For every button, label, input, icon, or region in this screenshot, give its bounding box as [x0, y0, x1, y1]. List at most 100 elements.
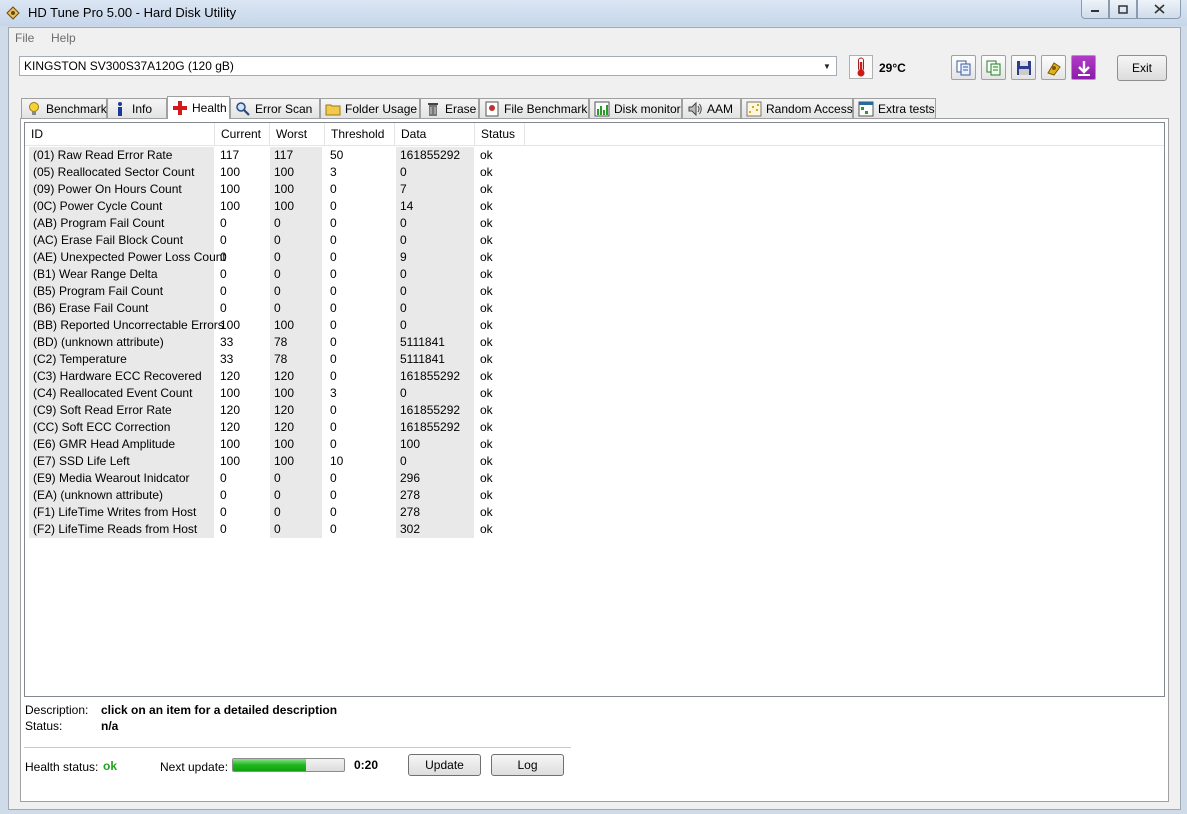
- table-row[interactable]: (E9) Media Wearout Inidcator 0 0 0 296 ok: [25, 470, 545, 487]
- worst-value-cell: 120: [270, 419, 322, 436]
- copy-all-icon: [986, 60, 1000, 75]
- table-row[interactable]: (AC) Erase Fail Block Count 0 0 0 0 ok: [25, 232, 545, 249]
- current-value-cell: 120: [220, 403, 241, 417]
- tab-error-scan[interactable]: Error Scan: [230, 98, 320, 118]
- menu-help[interactable]: Help: [51, 31, 76, 45]
- table-row[interactable]: (C2) Temperature 33 78 0 5111841 ok: [25, 351, 545, 368]
- table-row[interactable]: (E6) GMR Head Amplitude 100 100 0 100 ok: [25, 436, 545, 453]
- column-header-data[interactable]: Data: [395, 123, 475, 145]
- threshold-value-cell: 0: [330, 250, 337, 264]
- tab-label: Info: [132, 101, 153, 116]
- speaker-icon: [687, 101, 703, 117]
- table-row[interactable]: (0C) Power Cycle Count 100 100 0 14 ok: [25, 198, 545, 215]
- current-value-cell: 0: [220, 250, 227, 264]
- tab-health[interactable]: Health: [167, 96, 230, 119]
- download-icon: [1077, 60, 1090, 76]
- column-header-worst[interactable]: Worst: [270, 123, 325, 145]
- error-scan-icon: [235, 101, 251, 117]
- threshold-value-cell: 0: [330, 488, 337, 502]
- column-header-status[interactable]: Status: [475, 123, 525, 145]
- table-row[interactable]: (AB) Program Fail Count 0 0 0 0 ok: [25, 215, 545, 232]
- close-button[interactable]: [1137, 0, 1181, 19]
- table-row[interactable]: (05) Reallocated Sector Count 100 100 3 0 ok: [25, 164, 545, 181]
- threshold-value-cell: 0: [330, 301, 337, 315]
- update-button[interactable]: Update: [408, 754, 481, 776]
- minimize-button[interactable]: [1081, 0, 1109, 19]
- table-row[interactable]: (C3) Hardware ECC Recovered 120 120 0 161855…: [25, 368, 545, 385]
- tab-disk-monitor[interactable]: Disk monitor: [589, 98, 682, 118]
- tab-benchmark[interactable]: Benchmark: [21, 98, 107, 118]
- raw-data-cell: 161855292: [396, 368, 474, 385]
- tab-label: Disk monitor: [614, 101, 681, 116]
- title-bar[interactable]: HD Tune Pro 5.00 - Hard Disk Utility: [0, 0, 1187, 26]
- exit-button[interactable]: Exit: [1117, 55, 1167, 81]
- raw-data-cell: 0: [396, 266, 474, 283]
- threshold-value-cell: 0: [330, 437, 337, 451]
- table-row[interactable]: (F1) LifeTime Writes from Host 0 0 0 278 ok: [25, 504, 545, 521]
- attribute-id-cell: (AB) Program Fail Count: [29, 215, 214, 232]
- current-value-cell: 120: [220, 369, 241, 383]
- status-value-cell: ok: [480, 403, 493, 417]
- thermometer-button[interactable]: [849, 55, 873, 79]
- table-row[interactable]: (E7) SSD Life Left 100 100 10 0 ok: [25, 453, 545, 470]
- tab-erase[interactable]: Erase: [420, 98, 479, 118]
- download-button[interactable]: [1071, 55, 1096, 80]
- current-value-cell: 100: [220, 437, 241, 451]
- threshold-value-cell: 0: [330, 216, 337, 230]
- threshold-value-cell: 0: [330, 471, 337, 485]
- maximize-button[interactable]: [1109, 0, 1137, 19]
- table-row[interactable]: (CC) Soft ECC Correction 120 120 0 161855292…: [25, 419, 545, 436]
- menu-file[interactable]: File: [15, 31, 34, 45]
- current-value-cell: 100: [220, 165, 241, 179]
- copy-button[interactable]: [951, 55, 976, 80]
- table-row[interactable]: (C4) Reallocated Event Count 100 100 3 0 ok: [25, 385, 545, 402]
- status-value-cell: ok: [480, 165, 493, 179]
- table-row[interactable]: (AE) Unexpected Power Loss Count 0 0 0 9 ok: [25, 249, 545, 266]
- tab-info[interactable]: Info: [107, 98, 167, 118]
- column-header-threshold[interactable]: Threshold: [325, 123, 395, 145]
- threshold-value-cell: 10: [330, 454, 344, 468]
- maximize-icon: [1118, 4, 1128, 14]
- tab-random-access[interactable]: Random Access: [741, 98, 853, 118]
- save-icon: [1016, 60, 1031, 75]
- table-row[interactable]: (C9) Soft Read Error Rate 120 120 0 16185529…: [25, 402, 545, 419]
- tab-folder-usage[interactable]: Folder Usage: [320, 98, 420, 118]
- tab-aam[interactable]: AAM: [682, 98, 741, 118]
- raw-data-cell: 161855292: [396, 147, 474, 164]
- status-value-cell: ok: [480, 182, 493, 196]
- table-row[interactable]: (B1) Wear Range Delta 0 0 0 0 ok: [25, 266, 545, 283]
- worst-value-cell: 0: [270, 521, 322, 538]
- raw-data-cell: 0: [396, 283, 474, 300]
- worst-value-cell: 117: [270, 147, 322, 164]
- drive-select[interactable]: KINGSTON SV300S37A120G (120 gB) ▼: [19, 56, 837, 76]
- save-button[interactable]: [1011, 55, 1036, 80]
- tab-file-benchmark[interactable]: File Benchmark: [479, 98, 589, 118]
- column-header-current[interactable]: Current: [215, 123, 270, 145]
- table-row[interactable]: (B5) Program Fail Count 0 0 0 0 ok: [25, 283, 545, 300]
- status-value-cell: ok: [480, 420, 493, 434]
- table-row[interactable]: (B6) Erase Fail Count 0 0 0 0 ok: [25, 300, 545, 317]
- log-button[interactable]: Log: [491, 754, 564, 776]
- options-button[interactable]: [1041, 55, 1066, 80]
- table-row[interactable]: (BD) (unknown attribute) 33 78 0 5111841 ok: [25, 334, 545, 351]
- chevron-down-icon[interactable]: ▼: [820, 59, 834, 73]
- attribute-id-cell: (B1) Wear Range Delta: [29, 266, 214, 283]
- table-row[interactable]: (09) Power On Hours Count 100 100 0 7 ok: [25, 181, 545, 198]
- table-row[interactable]: (01) Raw Read Error Rate 117 117 50 16185529…: [25, 147, 545, 164]
- attribute-id-cell: (BD) (unknown attribute): [29, 334, 214, 351]
- tab-extra-tests[interactable]: Extra tests: [853, 98, 936, 118]
- smart-table[interactable]: ID Current Worst Threshold Data Status (…: [24, 122, 1165, 697]
- status-value-cell: ok: [480, 369, 493, 383]
- column-header-id[interactable]: ID: [25, 123, 215, 145]
- status-value-cell: ok: [480, 216, 493, 230]
- current-value-cell: 100: [220, 386, 241, 400]
- health-panel: ID Current Worst Threshold Data Status (…: [20, 118, 1169, 802]
- copy-all-button[interactable]: [981, 55, 1006, 80]
- status-value-cell: ok: [480, 199, 493, 213]
- attribute-id-cell: (E7) SSD Life Left: [29, 453, 214, 470]
- attribute-id-cell: (AC) Erase Fail Block Count: [29, 232, 214, 249]
- table-row[interactable]: (F2) LifeTime Reads from Host 0 0 0 302 ok: [25, 521, 545, 538]
- status-value-cell: ok: [480, 505, 493, 519]
- table-row[interactable]: (BB) Reported Uncorrectable Errors 100 100…: [25, 317, 545, 334]
- table-row[interactable]: (EA) (unknown attribute) 0 0 0 278 ok: [25, 487, 545, 504]
